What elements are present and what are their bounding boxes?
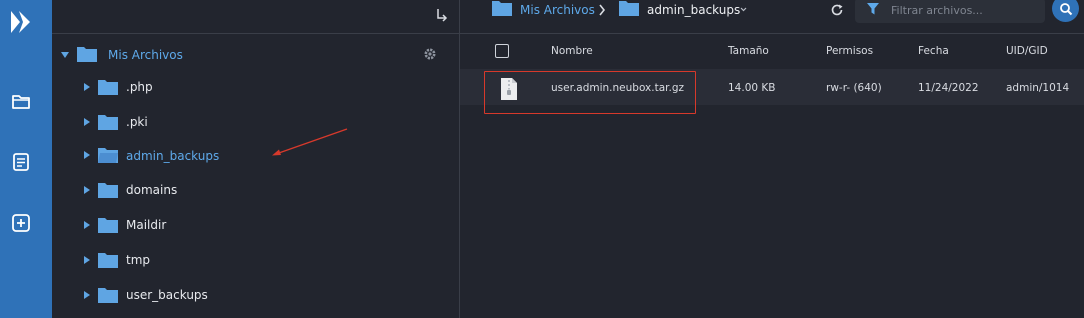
tree-item-label: Maildir xyxy=(126,218,167,232)
refresh-icon[interactable] xyxy=(830,3,844,17)
folder-icon xyxy=(492,1,512,16)
caret-right-icon[interactable] xyxy=(84,118,90,126)
tree-item-user-backups[interactable]: user_backups xyxy=(52,281,459,309)
tree-item-label: user_backups xyxy=(126,288,208,302)
caret-right-icon[interactable] xyxy=(84,83,90,91)
file-owner: admin/1014 xyxy=(1006,82,1070,94)
folder-tree: Mis Archivos .php .pki admin_backups dom… xyxy=(52,0,459,318)
tree-item-label: .pki xyxy=(126,115,148,129)
caret-right-icon[interactable] xyxy=(84,256,90,264)
file-manager: Mis Archivos .php .pki admin_backups dom… xyxy=(0,0,1084,318)
chevron-right-icon xyxy=(599,4,606,16)
tree-root-label: Mis Archivos xyxy=(108,48,183,62)
select-all-checkbox[interactable] xyxy=(495,44,509,58)
settings-gear-icon[interactable] xyxy=(423,47,437,61)
tree-item-php[interactable]: .php xyxy=(52,73,459,101)
breadcrumb-root[interactable]: Mis Archivos xyxy=(520,2,595,18)
tree-item-label: domains xyxy=(126,183,178,197)
tree-item-maildir[interactable]: Maildir xyxy=(52,211,459,239)
chevron-down-icon[interactable] xyxy=(740,7,747,12)
folder-icon xyxy=(98,115,118,130)
column-owner[interactable]: UID/GID xyxy=(1006,44,1048,58)
folder-open-icon xyxy=(98,148,118,163)
tree-item-domains[interactable]: domains xyxy=(52,176,459,204)
left-rail xyxy=(0,0,52,318)
breadcrumb: Mis Archivos admin_backups xyxy=(460,0,1084,34)
collapse-tree-icon[interactable] xyxy=(435,7,449,23)
folder-nav-icon[interactable] xyxy=(9,90,33,114)
folder-icon xyxy=(98,288,118,303)
caret-down-icon[interactable] xyxy=(61,52,69,58)
table-header: Nombre Tamaño Permisos Fecha UID/GID xyxy=(460,35,1084,67)
file-date: 11/24/2022 xyxy=(918,82,979,94)
tree-item-admin-backups[interactable]: admin_backups xyxy=(52,141,459,169)
document-nav-icon[interactable] xyxy=(9,150,33,174)
column-date[interactable]: Fecha xyxy=(918,44,949,58)
folder-icon xyxy=(98,253,118,268)
folder-icon xyxy=(98,218,118,233)
filter-field[interactable] xyxy=(855,0,1045,23)
folder-icon xyxy=(98,183,118,198)
search-button[interactable] xyxy=(1052,0,1079,22)
annotation-arrow-icon xyxy=(272,128,348,156)
tree-root-mis-archivos[interactable]: Mis Archivos xyxy=(52,41,459,69)
tree-item-label: admin_backups xyxy=(126,149,220,163)
folder-icon xyxy=(619,1,639,16)
add-nav-icon[interactable] xyxy=(9,211,33,235)
app-logo-icon[interactable] xyxy=(8,8,34,36)
annotation-highlight-box xyxy=(484,71,696,114)
tree-item-label: tmp xyxy=(126,253,151,267)
filter-funnel-icon xyxy=(867,3,879,15)
tree-item-label: .php xyxy=(126,80,153,94)
breadcrumb-current[interactable]: admin_backups xyxy=(647,2,740,18)
caret-right-icon[interactable] xyxy=(84,291,90,299)
caret-right-icon[interactable] xyxy=(84,221,90,229)
column-size[interactable]: Tamaño xyxy=(728,44,769,58)
caret-right-icon[interactable] xyxy=(84,186,90,194)
file-permissions: rw-r- (640) xyxy=(826,82,882,94)
caret-right-icon[interactable] xyxy=(84,151,90,159)
folder-icon xyxy=(98,80,118,95)
folder-open-icon xyxy=(77,47,97,62)
column-name[interactable]: Nombre xyxy=(551,44,593,58)
search-icon xyxy=(1059,2,1072,15)
file-size: 14.00 KB xyxy=(728,82,776,94)
tree-item-tmp[interactable]: tmp xyxy=(52,246,459,274)
tree-item-pki[interactable]: .pki xyxy=(52,108,459,136)
column-permissions[interactable]: Permisos xyxy=(826,44,873,58)
filter-input[interactable] xyxy=(891,2,1037,19)
tree-header-divider xyxy=(52,33,459,34)
file-list-panel: Mis Archivos admin_backups Nombre Tamaño… xyxy=(459,0,1084,318)
